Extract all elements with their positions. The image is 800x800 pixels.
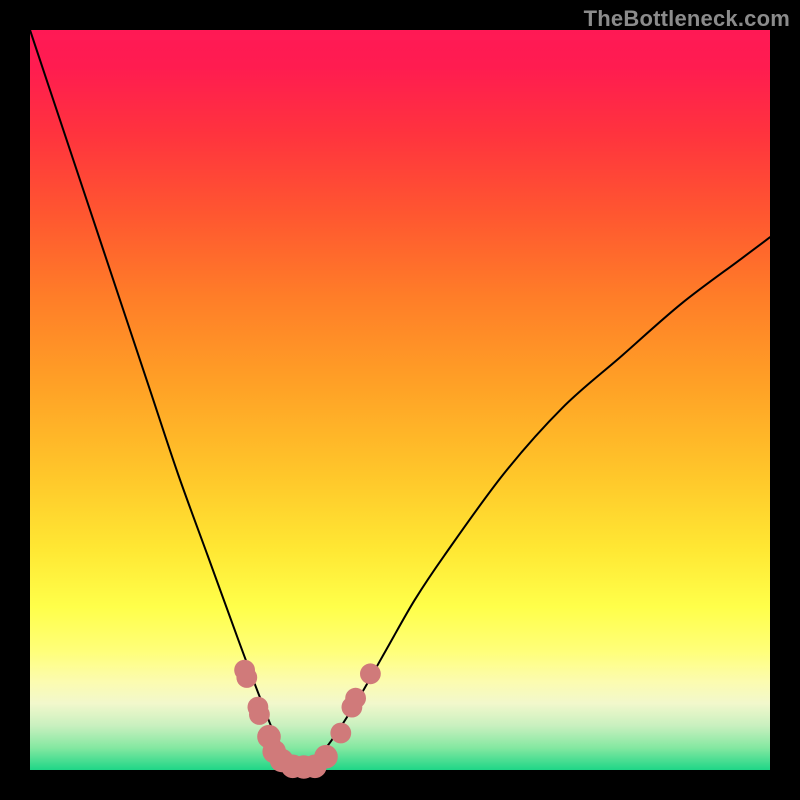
- plot-area: [30, 30, 770, 770]
- curve-marker: [314, 745, 338, 769]
- watermark-text: TheBottleneck.com: [584, 6, 790, 32]
- bottleneck-curve: [30, 30, 770, 766]
- curve-marker: [249, 704, 270, 725]
- chart-frame: TheBottleneck.com: [0, 0, 800, 800]
- curve-marker: [360, 663, 381, 684]
- curve-marker: [330, 723, 351, 744]
- chart-svg: [30, 30, 770, 770]
- curve-markers: [234, 660, 381, 779]
- curve-marker: [236, 667, 257, 688]
- curve-marker: [345, 688, 366, 709]
